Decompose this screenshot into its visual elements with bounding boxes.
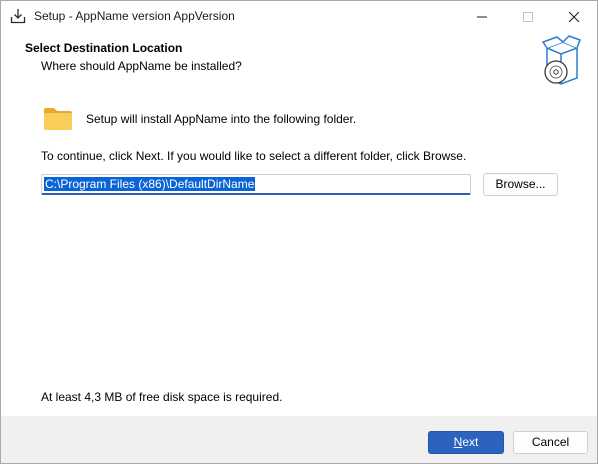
close-button[interactable] (551, 1, 597, 32)
setup-box-disc-icon (541, 35, 581, 85)
instructions-text: To continue, click Next. If you would li… (41, 149, 467, 163)
wizard-header: Select Destination Location Where should… (1, 32, 597, 90)
window-title: Setup - AppName version AppVersion (34, 9, 235, 23)
cancel-button[interactable]: Cancel (513, 431, 588, 454)
wizard-content: Setup will install AppName into the foll… (1, 90, 597, 416)
minimize-icon (477, 16, 487, 17)
maximize-icon (523, 11, 533, 22)
disk-space-text: At least 4,3 MB of free disk space is re… (41, 390, 283, 404)
browse-button[interactable]: Browse... (483, 173, 558, 196)
wizard-footer: Next Cancel (1, 416, 597, 463)
destination-path-input[interactable]: C:\Program Files (x86)\DefaultDirName (41, 174, 471, 195)
title-bar[interactable]: Setup - AppName version AppVersion (1, 1, 597, 32)
next-button[interactable]: Next (428, 431, 504, 454)
setup-window: Setup - AppName version AppVersion Selec… (0, 0, 598, 464)
page-subtitle: Where should AppName be installed? (41, 59, 242, 73)
minimize-button[interactable] (459, 1, 505, 32)
folder-icon (44, 108, 72, 130)
close-icon (569, 11, 579, 22)
page-title: Select Destination Location (25, 41, 183, 55)
maximize-button[interactable] (505, 1, 551, 32)
install-folder-text: Setup will install AppName into the foll… (86, 112, 357, 126)
destination-path-value: C:\Program Files (x86)\DefaultDirName (44, 177, 256, 191)
download-icon (10, 9, 26, 24)
